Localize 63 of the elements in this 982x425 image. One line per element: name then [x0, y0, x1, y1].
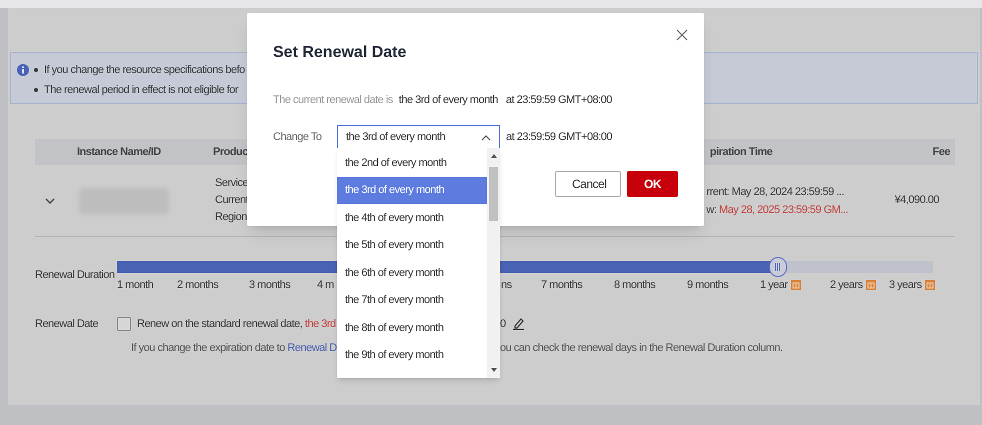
column-header: piration Time [710, 144, 774, 160]
field-label: Renewal Date [35, 316, 100, 332]
duration-tick-label[interactable]: 3 months [249, 277, 290, 294]
hint-text: If you change the expiration date to Renewal D [131, 341, 337, 356]
table-cell-text: rrent: May 28, 2024 23:59:59 ... [706, 184, 844, 200]
duration-tick-label[interactable]: 8 months [614, 277, 656, 294]
close-button[interactable] [676, 29, 688, 41]
ok-button[interactable]: OK [627, 170, 678, 196]
close-icon [676, 29, 688, 41]
column-header: Produc [213, 144, 248, 160]
column-header: Fee [932, 144, 950, 160]
current-date-label: The current renewal date is [273, 93, 393, 108]
scroll-up-arrow-icon[interactable] [490, 154, 496, 158]
checkbox[interactable] [117, 316, 131, 331]
edit-pencil-icon[interactable] [512, 317, 525, 330]
table-cell-text: w: May 28, 2025 23:59:59 GM... [706, 202, 848, 218]
info-icon [17, 64, 29, 76]
gift-icon [790, 280, 801, 290]
dropdown-option[interactable]: the 9th of every month [337, 342, 487, 369]
gift-icon [866, 280, 876, 290]
duration-tick-label[interactable]: 1 year [760, 277, 788, 294]
select-value: the 3rd of every month [346, 130, 446, 146]
scrollbar-thumb[interactable] [489, 167, 498, 221]
duration-tick-label[interactable]: 7 months [541, 277, 582, 294]
duration-tick-label[interactable]: 1 month [117, 277, 154, 294]
duration-tick-label[interactable]: ns [501, 277, 512, 294]
dropdown-option[interactable]: the 8th of every month [337, 314, 487, 342]
dialog-title: Set Renewal Date [273, 43, 408, 63]
notice-text: If you change the resource specifications befo [44, 63, 245, 77]
field-label: Change To [273, 130, 323, 146]
table-cell-text: ¥4,090.00 [894, 193, 939, 208]
slider-thumb[interactable] [768, 257, 787, 277]
dropdown-option[interactable]: the 6th of every month [337, 259, 487, 286]
current-date-time: at 23:59:59 GMT+08:00 [506, 93, 612, 108]
dropdown-option[interactable]: the 2nd of every month [337, 149, 487, 176]
duration-tick-label[interactable]: 2 years [830, 277, 863, 294]
duration-tick-label[interactable]: 9 months [687, 277, 728, 294]
dropdown-option[interactable]: the 3rd of every month [337, 176, 487, 204]
table-cell-text: Service [215, 176, 250, 191]
current-date-value: the 3rd of every month [398, 93, 498, 108]
bullet-icon [34, 68, 38, 72]
renewal-link[interactable]: Renewal D [287, 342, 337, 354]
bullet-icon [34, 88, 38, 92]
renewal-date-text: 0 [500, 316, 506, 332]
duration-tick-label[interactable]: 3 years [889, 277, 922, 294]
scrollbar[interactable] [487, 148, 500, 378]
column-header: Instance Name/ID [77, 144, 162, 160]
dropdown-option[interactable]: the 7th of every month [337, 286, 487, 314]
dropdown-option[interactable]: the 4th of every month [337, 204, 487, 232]
expand-chevron-icon[interactable] [45, 198, 55, 204]
duration-tick-label[interactable]: 4 m [317, 277, 334, 294]
select-time: at 23:59:59 GMT+08:00 [506, 130, 612, 146]
hint-text: ou can check the renewal days in the Renewal Duration column. [500, 341, 783, 356]
field-label: Renewal Duration [35, 268, 116, 283]
chevron-up-icon [481, 134, 491, 140]
dropdown-option[interactable]: the 5th of every month [337, 232, 487, 259]
renewal-date-text: Renew on the standard renewal date, the 3rd [137, 316, 337, 332]
scroll-down-arrow-icon[interactable] [490, 368, 496, 372]
cancel-button[interactable]: Cancel [555, 170, 621, 196]
duration-tick-label[interactable]: 2 months [177, 277, 218, 294]
notice-text: The renewal period in effect is not eligible for [44, 83, 238, 97]
gift-icon [924, 280, 935, 290]
table-cell-text: Region: [215, 210, 250, 225]
